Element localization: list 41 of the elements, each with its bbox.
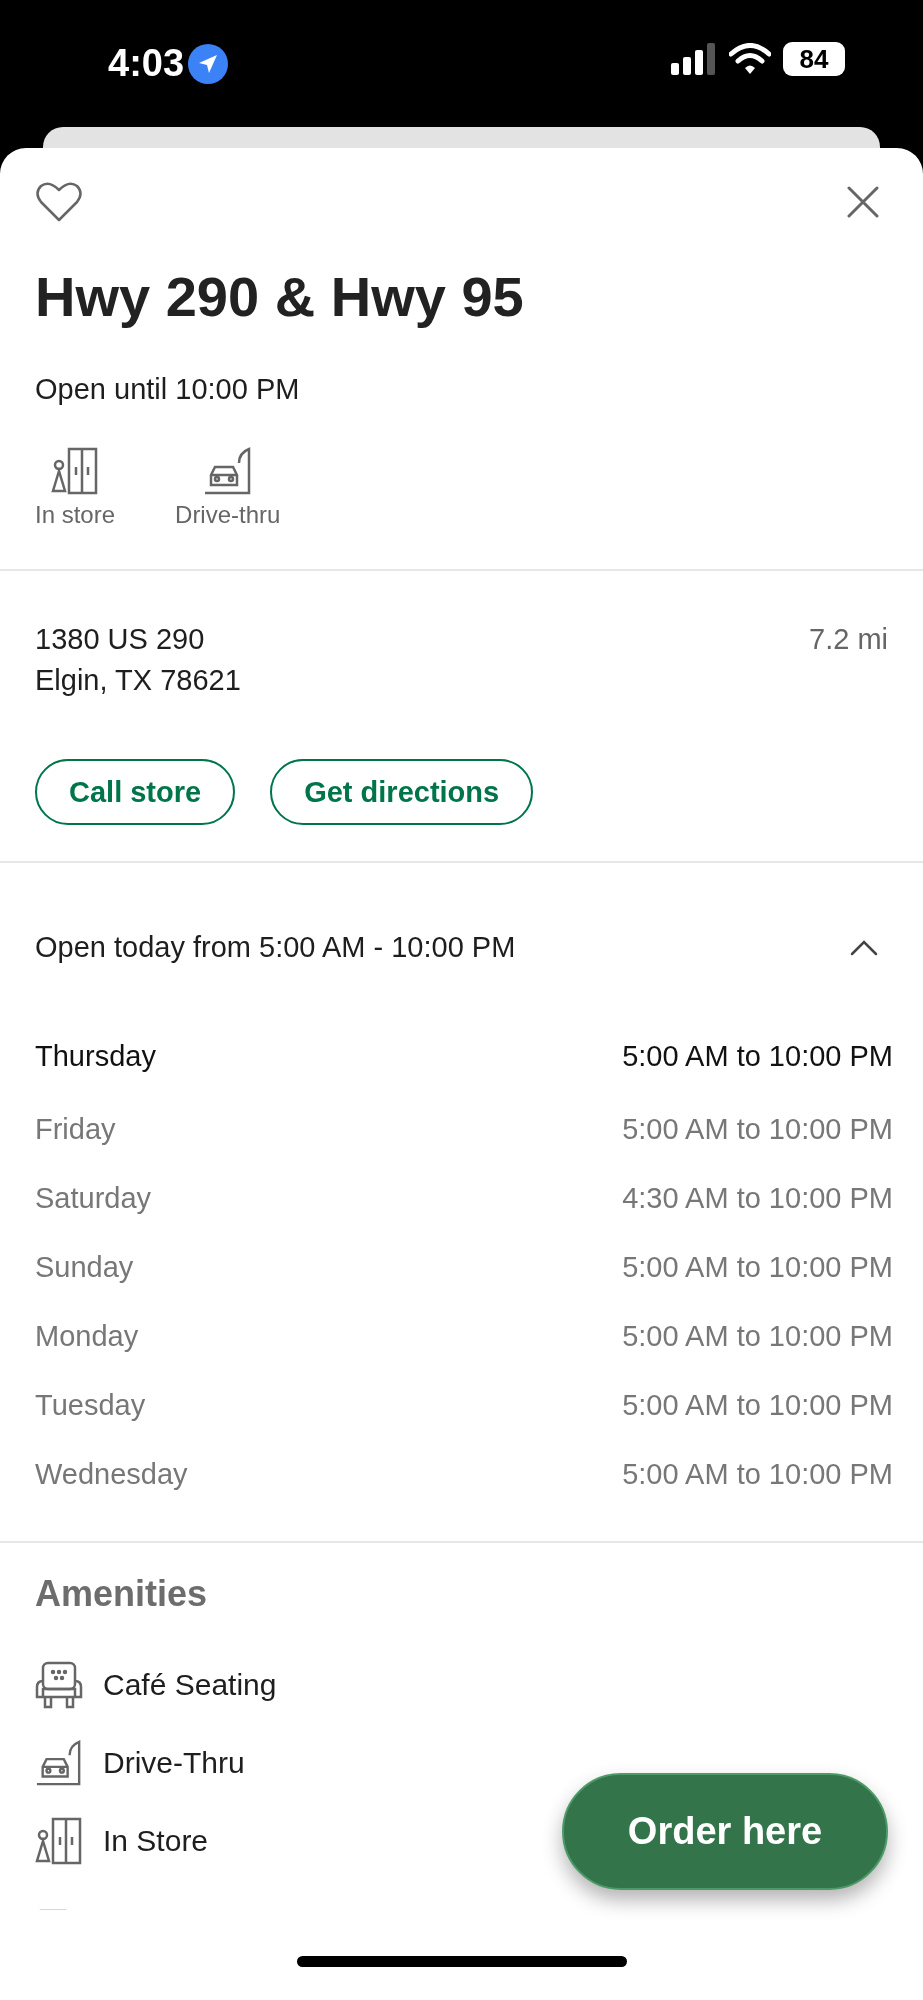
hours-time: 5:00 AM to 10:00 PM: [622, 1458, 893, 1491]
day-name: Friday: [35, 1113, 116, 1146]
status-time: 4:03: [108, 42, 185, 85]
day-name: Saturday: [35, 1182, 152, 1215]
distance: 7.2 mi: [809, 623, 888, 657]
day-name: Sunday: [35, 1251, 134, 1284]
hours-summary: Open today from 5:00 AM - 10:00 PM: [35, 931, 516, 964]
heart-icon[interactable]: [36, 181, 82, 223]
day-name: Wednesday: [35, 1458, 188, 1491]
hours-time: 5:00 AM to 10:00 PM: [622, 1320, 893, 1353]
store-door-icon: [51, 447, 99, 495]
chevron-icon[interactable]: [850, 939, 878, 956]
day-name: Monday: [35, 1320, 139, 1353]
amenity-label: In Store: [103, 1824, 209, 1858]
day-name: Thursday: [35, 1040, 156, 1073]
day-name: Tuesday: [35, 1389, 146, 1422]
service-label: Drive-thru: [175, 501, 281, 529]
open-status: Open until 10:00 PM: [35, 373, 301, 406]
store-door-icon: [35, 1817, 83, 1865]
amenity-label: Café Seating: [103, 1668, 277, 1702]
hours-time: 4:30 AM to 10:00 PM: [622, 1182, 893, 1215]
order-here-button[interactable]: Order here: [562, 1773, 888, 1890]
wifi-icon: [729, 43, 771, 75]
store-title: Hwy 290 & Hwy 95: [35, 264, 525, 329]
action-button[interactable]: Call store: [35, 759, 236, 825]
section-heading: Amenities: [35, 1573, 209, 1615]
battery-icon: 84: [783, 42, 845, 76]
hours-time: 5:00 AM to 10:00 PM: [622, 1389, 893, 1422]
car-icon: [35, 1739, 83, 1787]
car-icon: [202, 447, 253, 495]
address-line: Elgin, TX 78621: [35, 664, 241, 697]
address-line: 1380 US 290: [35, 623, 206, 656]
hours-time: 5:00 AM to 10:00 PM: [622, 1113, 893, 1146]
close-icon[interactable]: [847, 186, 879, 218]
action-button[interactable]: Get directions: [270, 759, 534, 825]
armchair-icon: [35, 1661, 83, 1709]
hours-time: 5:00 AM to 10:00 PM: [622, 1251, 893, 1284]
amenity-label: Drive-Thru: [103, 1746, 245, 1780]
signal-icon: [671, 43, 717, 75]
hours-time: 5:00 AM to 10:00 PM: [622, 1040, 893, 1073]
service-label: In store: [35, 501, 116, 529]
